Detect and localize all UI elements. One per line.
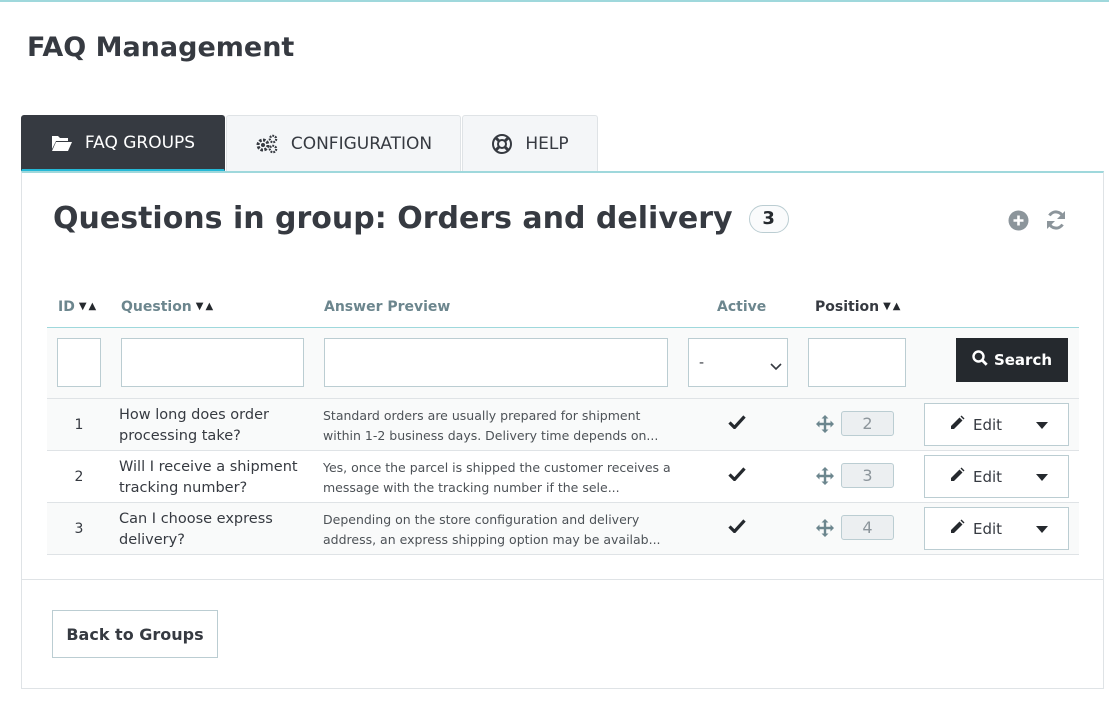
filter-position-input[interactable]: [808, 338, 906, 387]
page-title: FAQ Management: [27, 32, 295, 63]
table-row: 2 Will I receive a shipment tracking num…: [47, 451, 1079, 503]
header-position-label: Position: [815, 299, 880, 315]
panel-footer: Back to Groups: [22, 579, 1103, 689]
edit-label: Edit: [973, 467, 1003, 486]
filter-active-select[interactable]: -: [688, 338, 788, 387]
count-badge: 3: [748, 204, 789, 233]
table-body: 1 How long does order processing take? S…: [47, 399, 1079, 555]
filter-row: - Search: [47, 328, 1079, 399]
sort-controls: ▼ ▲: [79, 302, 96, 312]
header-id-label: ID: [58, 299, 75, 315]
drag-handle-icon[interactable]: [815, 518, 835, 538]
back-to-groups-button[interactable]: Back to Groups: [52, 610, 218, 658]
active-check-icon[interactable]: [728, 467, 746, 485]
header-active: Active: [717, 299, 766, 315]
sort-controls: ▼ ▲: [883, 302, 900, 312]
edit-button[interactable]: Edit: [925, 508, 1016, 549]
header-answer: Answer Preview: [324, 299, 450, 315]
filter-question-input[interactable]: [121, 338, 304, 387]
caret-down-icon: [1036, 521, 1048, 537]
sort-desc-icon[interactable]: ▼: [79, 302, 87, 312]
filter-id-input[interactable]: [57, 338, 101, 387]
tab-label: HELP: [525, 133, 569, 154]
row-dropdown-toggle[interactable]: [1016, 404, 1068, 445]
search-button-label: Search: [993, 351, 1053, 369]
position-value: 3: [841, 463, 894, 488]
tab-configuration[interactable]: CONFIGURATION: [226, 115, 461, 171]
position-cell: 4: [815, 515, 894, 540]
drag-handle-icon[interactable]: [815, 466, 835, 486]
filter-answer-input[interactable]: [324, 338, 668, 387]
filter-active-wrap: -: [688, 338, 788, 387]
sort-asc-icon[interactable]: ▲: [893, 302, 901, 312]
row-answer-preview: Depending on the store configuration and…: [323, 512, 661, 547]
row-dropdown-toggle[interactable]: [1016, 456, 1068, 497]
tab-label: FAQ GROUPS: [84, 132, 196, 153]
refresh-icon[interactable]: [1045, 209, 1067, 231]
row-question: Will I receive a shipment tracking numbe…: [119, 459, 298, 496]
header-question-label: Question: [121, 299, 192, 315]
tab-label: CONFIGURATION: [290, 133, 433, 154]
panel-heading: Questions in group: Orders and delivery …: [53, 201, 789, 236]
row-question: Can I choose express delivery?: [119, 511, 273, 548]
row-answer-preview: Standard orders are usually prepared for…: [323, 408, 659, 443]
row-id: 2: [74, 469, 84, 485]
sort-controls: ▼ ▲: [196, 302, 213, 312]
active-check-icon[interactable]: [728, 415, 746, 433]
edit-button[interactable]: Edit: [925, 456, 1016, 497]
table-row: 1 How long does order processing take? S…: [47, 399, 1079, 451]
position-cell: 3: [815, 463, 894, 488]
row-id: 3: [74, 521, 84, 537]
table-row: 3 Can I choose express delivery? Dependi…: [47, 503, 1079, 555]
sort-asc-icon[interactable]: ▲: [205, 302, 213, 312]
questions-table: ID ▼ ▲ Question ▼ ▲ Answer Preview Active …: [47, 285, 1079, 555]
position-value: 2: [841, 411, 894, 436]
edit-label: Edit: [973, 519, 1003, 538]
header-answer-label: Answer Preview: [324, 299, 451, 315]
sort-desc-icon[interactable]: ▼: [196, 302, 204, 312]
tab-faq-groups[interactable]: FAQ GROUPS: [21, 115, 225, 171]
questions-panel: Questions in group: Orders and delivery …: [21, 171, 1104, 689]
caret-down-icon: [1036, 469, 1048, 485]
pencil-icon: [949, 519, 965, 539]
row-actions: Edit: [924, 403, 1069, 446]
position-cell: 2: [815, 411, 894, 436]
row-answer-preview: Yes, once the parcel is shipped the cust…: [323, 460, 671, 495]
header-id: ID ▼ ▲: [58, 299, 96, 315]
caret-down-icon: [1036, 417, 1048, 433]
sort-desc-icon[interactable]: ▼: [883, 302, 891, 312]
edit-button[interactable]: Edit: [925, 404, 1016, 445]
add-new-icon[interactable]: [1007, 209, 1029, 231]
header-position: Position ▼ ▲: [815, 299, 901, 315]
row-id: 1: [74, 417, 84, 433]
tab-help[interactable]: HELP: [462, 115, 598, 171]
active-check-icon[interactable]: [728, 519, 746, 537]
header-question: Question ▼ ▲: [121, 299, 213, 315]
panel-title: Questions in group: Orders and delivery: [53, 201, 733, 236]
row-dropdown-toggle[interactable]: [1016, 508, 1068, 549]
pencil-icon: [949, 467, 965, 487]
sort-asc-icon[interactable]: ▲: [89, 302, 97, 312]
table-header: ID ▼ ▲ Question ▼ ▲ Answer Preview Active …: [47, 285, 1079, 328]
row-actions: Edit: [924, 507, 1069, 550]
drag-handle-icon[interactable]: [815, 414, 835, 434]
tab-bar: FAQ GROUPS CONFIGURATION HELP: [21, 115, 599, 172]
search-button[interactable]: Search: [956, 338, 1068, 382]
row-question: How long does order processing take?: [119, 407, 269, 444]
folder-open-icon: [51, 134, 73, 152]
pencil-icon: [949, 415, 965, 435]
row-actions: Edit: [924, 455, 1069, 498]
search-icon: [972, 350, 988, 370]
edit-label: Edit: [973, 415, 1003, 434]
life-ring-icon: [491, 133, 513, 155]
position-value: 4: [841, 515, 894, 540]
cogs-icon: [255, 134, 279, 154]
heading-actions: [1007, 209, 1067, 231]
header-active-label: Active: [717, 299, 767, 315]
